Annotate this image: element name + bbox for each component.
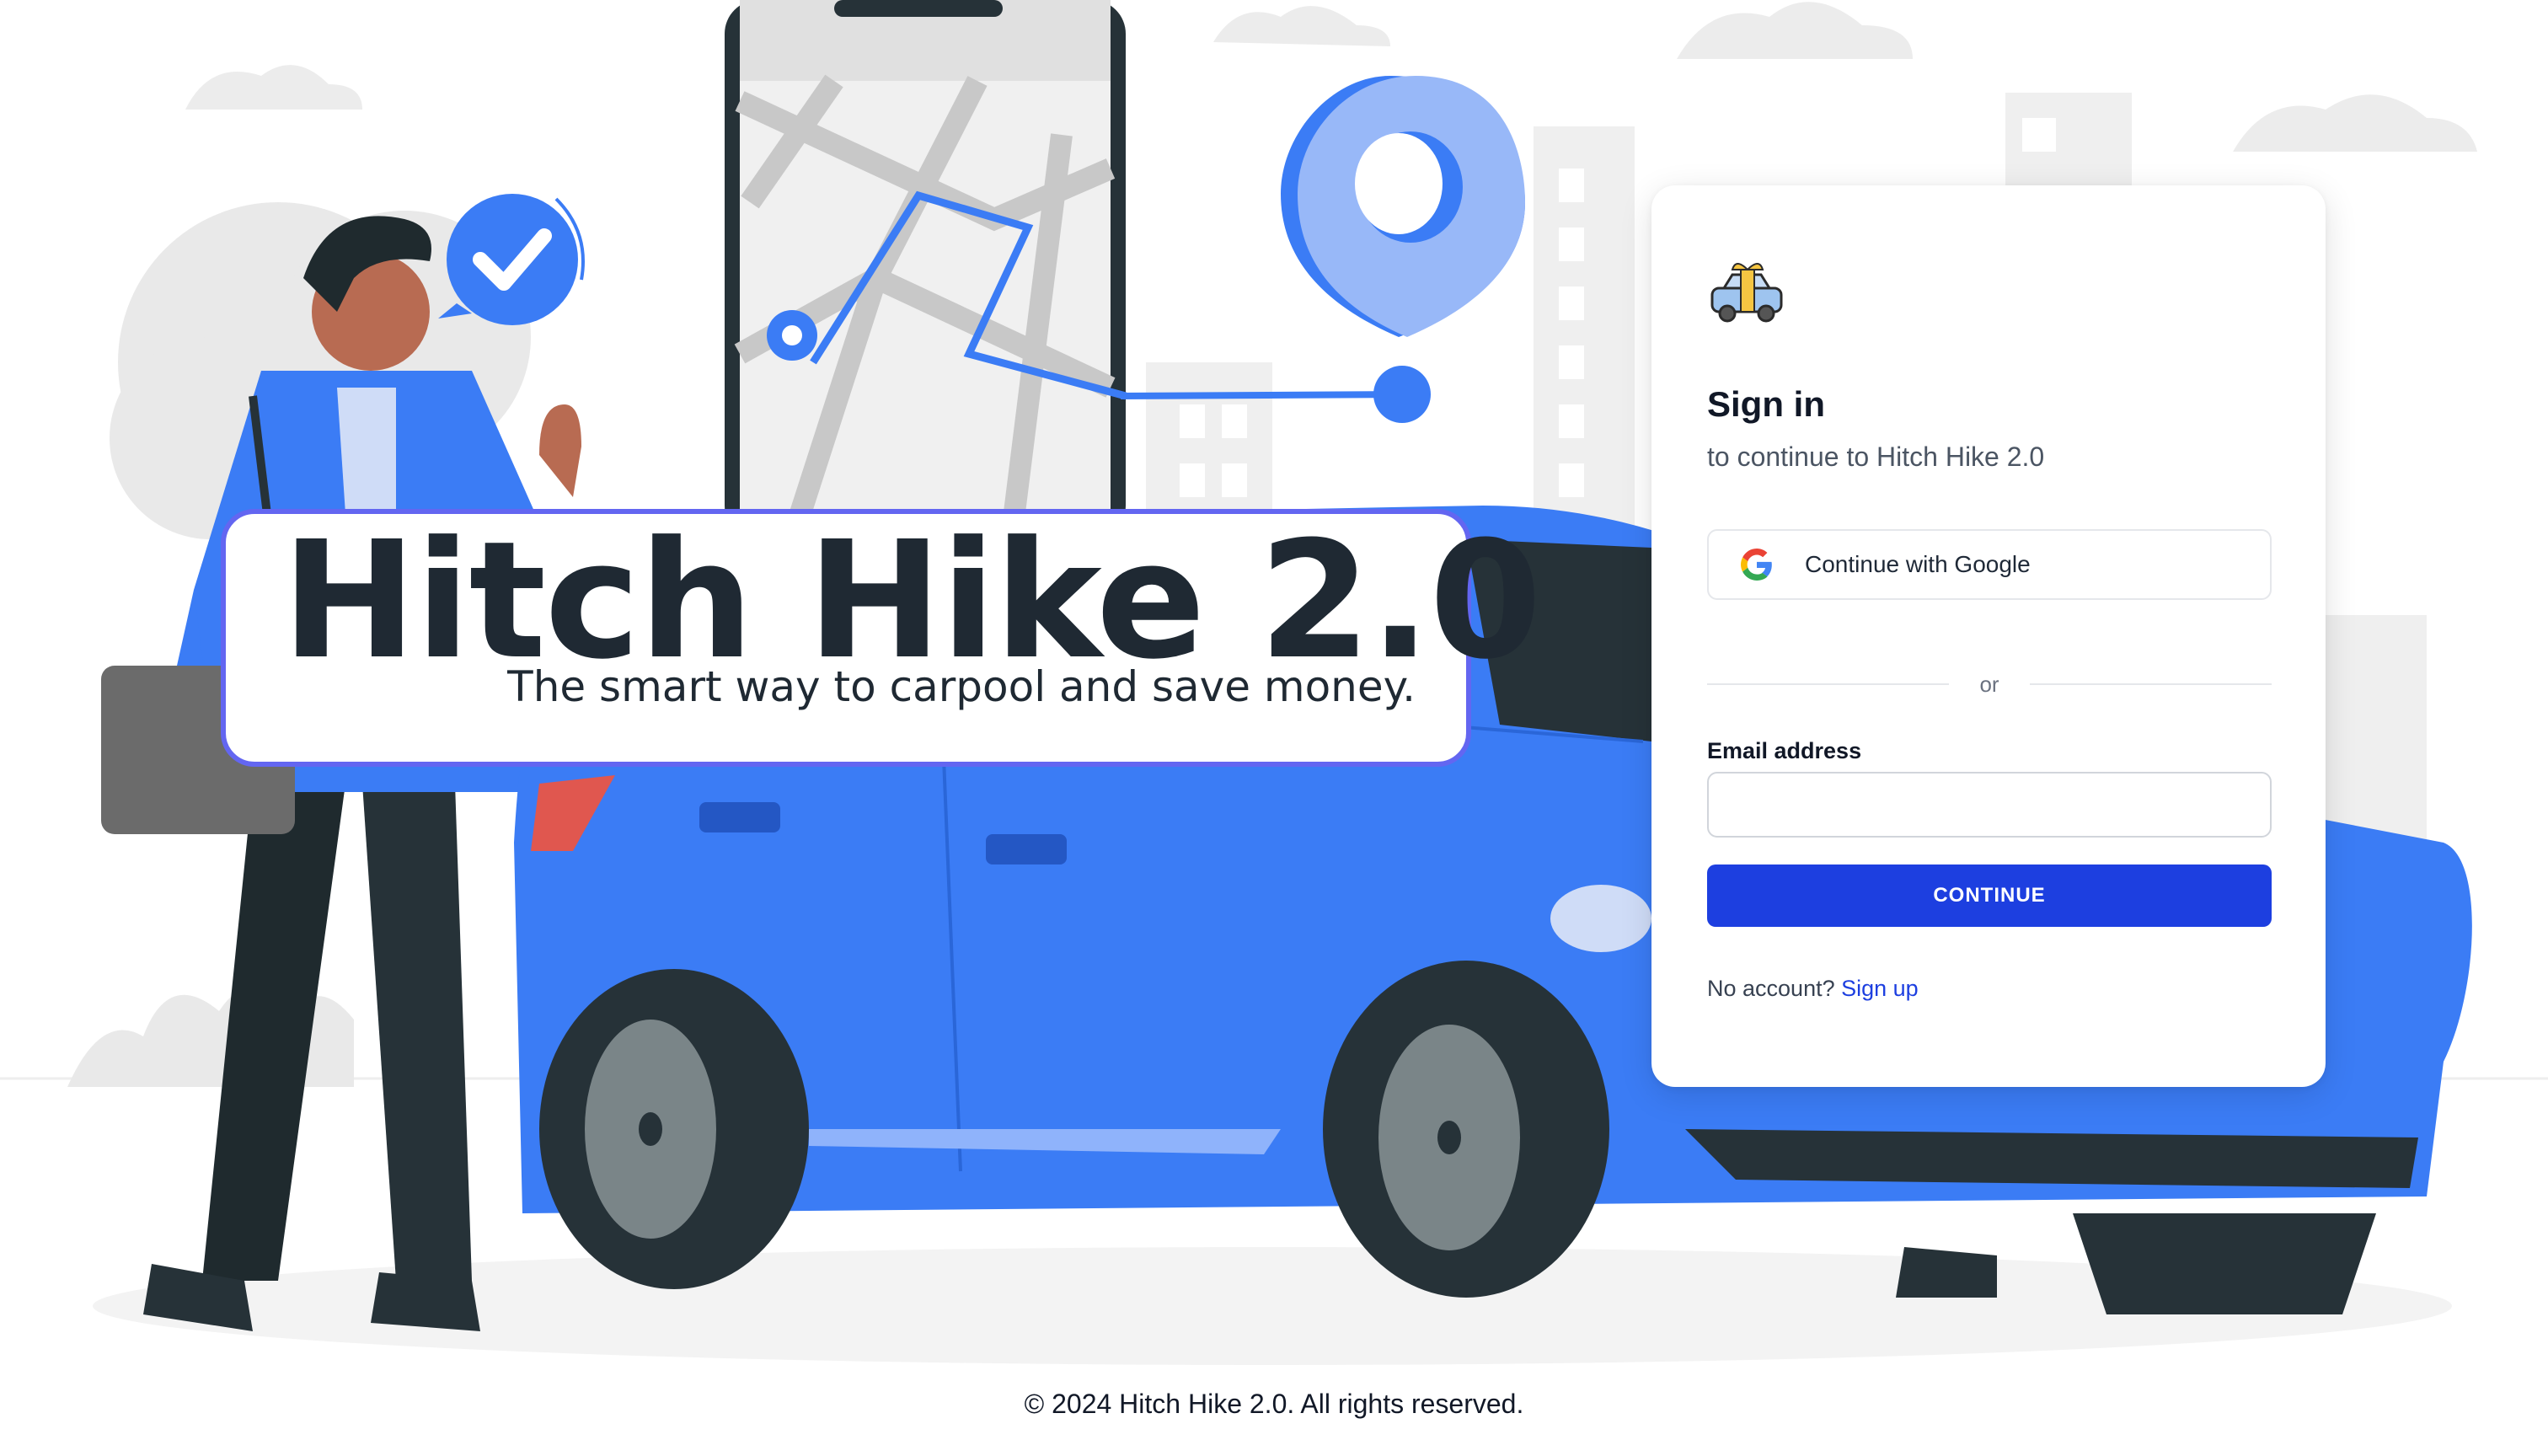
- signin-card: Sign in to continue to Hitch Hike 2.0 Co…: [1651, 185, 2326, 1087]
- footer-copyright: © 2024 Hitch Hike 2.0. All rights reserv…: [1024, 1389, 1524, 1419]
- car-wheel-front: [1323, 961, 1609, 1298]
- google-icon: [1741, 549, 1772, 581]
- hero-tagline: The smart way to carpool and save money.: [507, 662, 1416, 711]
- continue-button[interactable]: CONTINUE: [1707, 864, 2272, 927]
- or-divider: or: [1707, 667, 2272, 701]
- signin-subtitle: to continue to Hitch Hike 2.0: [1707, 442, 2045, 472]
- signin-title: Sign in: [1707, 384, 1825, 424]
- signup-prompt: No account? Sign up: [1707, 976, 1919, 1002]
- hero-banner: Hitch Hike 2.0 The smart way to carpool …: [221, 508, 1542, 767]
- divider-line: [2029, 683, 2272, 685]
- divider-line: [1707, 683, 1950, 685]
- car-logo-icon: [1710, 263, 1783, 323]
- route-line: [1120, 391, 1403, 399]
- phone-illustration: [725, 0, 1127, 543]
- route-dot: [1373, 366, 1431, 423]
- email-label: Email address: [1707, 738, 1862, 763]
- signup-link[interactable]: Sign up: [1841, 976, 1919, 1001]
- google-signin-button[interactable]: Continue with Google: [1707, 529, 2272, 600]
- google-signin-label: Continue with Google: [1805, 551, 2031, 577]
- no-account-text: No account?: [1707, 976, 1835, 1001]
- divider-text: or: [1979, 671, 1999, 697]
- email-field[interactable]: [1707, 772, 2272, 838]
- location-pin-icon: [1281, 76, 1525, 337]
- checkmark-bubble-icon: [438, 194, 585, 325]
- car-wheel-rear: [539, 969, 809, 1289]
